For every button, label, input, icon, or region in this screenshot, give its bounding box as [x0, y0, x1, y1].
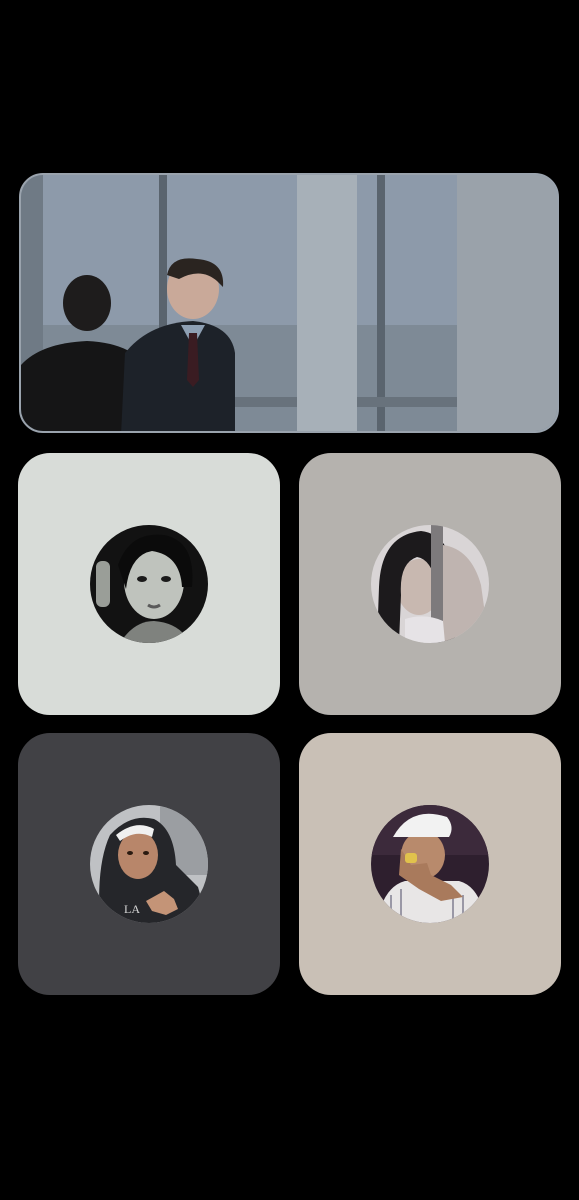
participant-avatar-1[interactable] [90, 525, 208, 643]
participant-avatar-2[interactable] [371, 525, 489, 643]
participant-avatar-3[interactable]: LA [90, 805, 208, 923]
avatar-man-white-cap-icon [371, 805, 489, 923]
participant-tile-3[interactable]: LA [18, 733, 280, 995]
participant-tile-1[interactable] [18, 453, 280, 715]
avatar-woman-dark-hair-icon [371, 525, 489, 643]
avatar-man-hoodie-icon: LA [90, 805, 208, 923]
avatar-woman-bw-icon [90, 525, 208, 643]
shared-video[interactable] [19, 173, 559, 433]
participant-avatar-4[interactable] [371, 805, 489, 923]
svg-text:LA: LA [124, 902, 140, 916]
participant-tile-2[interactable] [299, 453, 561, 715]
video-frame-icon [21, 175, 557, 431]
participant-tile-4[interactable] [299, 733, 561, 995]
